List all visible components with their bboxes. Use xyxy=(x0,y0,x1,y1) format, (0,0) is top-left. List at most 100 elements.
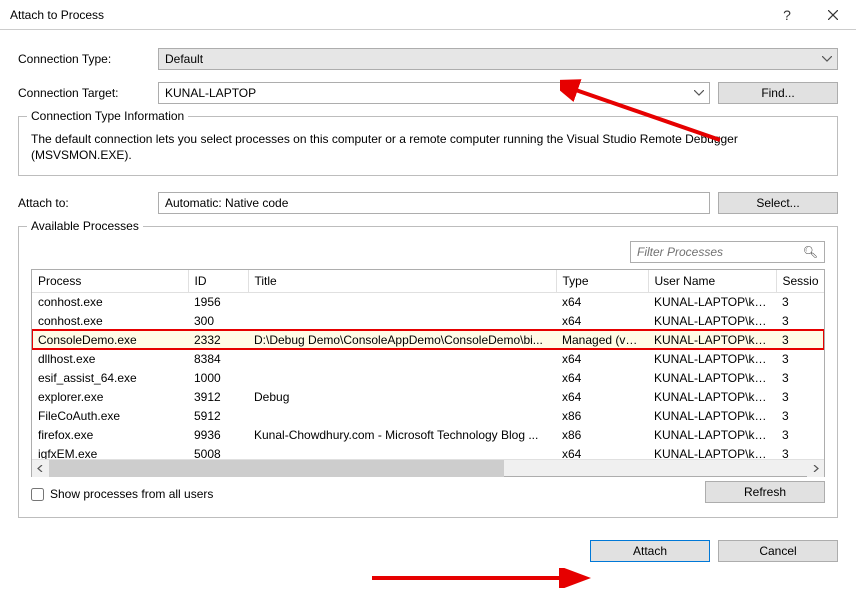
cell-session: 3 xyxy=(776,387,824,406)
cell-session: 3 xyxy=(776,444,824,459)
cell-id: 8384 xyxy=(188,349,248,368)
show-all-users-checkbox[interactable] xyxy=(31,488,44,501)
connection-type-info-title: Connection Type Information xyxy=(27,109,188,123)
table-row[interactable]: firefox.exe9936Kunal-Chowdhury.com - Mic… xyxy=(32,425,824,444)
cell-type: x64 xyxy=(556,349,648,368)
cell-session: 3 xyxy=(776,330,824,349)
search-icon: 🔍︎ xyxy=(803,245,818,259)
cell-title xyxy=(248,406,556,425)
cell-process: explorer.exe xyxy=(32,387,188,406)
col-process[interactable]: Process xyxy=(32,270,188,292)
cell-username: KUNAL-LAPTOP\kunal xyxy=(648,368,776,387)
cell-username: KUNAL-LAPTOP\kunal xyxy=(648,406,776,425)
cell-username: KUNAL-LAPTOP\kunal xyxy=(648,349,776,368)
table-header-row[interactable]: Process ID Title Type User Name Sessio xyxy=(32,270,824,292)
cell-process: FileCoAuth.exe xyxy=(32,406,188,425)
attach-to-value: Automatic: Native code xyxy=(165,196,288,210)
available-processes-group: Available Processes Filter Processes 🔍︎ … xyxy=(18,226,838,518)
select-button[interactable]: Select... xyxy=(718,192,838,214)
attach-to-display: Automatic: Native code xyxy=(158,192,710,214)
available-processes-title: Available Processes xyxy=(27,219,143,233)
attach-button[interactable]: Attach xyxy=(590,540,710,562)
cell-title xyxy=(248,444,556,459)
filter-processes-input[interactable]: Filter Processes 🔍︎ xyxy=(630,241,825,263)
close-button[interactable] xyxy=(810,0,856,30)
table-row[interactable]: ConsoleDemo.exe2332D:\Debug Demo\Console… xyxy=(32,330,824,349)
col-title[interactable]: Title xyxy=(248,270,556,292)
table-row[interactable]: igfxEM.exe5008 x64KUNAL-LAPTOP\kunal3 xyxy=(32,444,824,459)
help-button[interactable]: ? xyxy=(764,0,810,30)
chevron-down-icon xyxy=(821,53,833,65)
cell-type: x64 xyxy=(556,444,648,459)
connection-type-info-text: The default connection lets you select p… xyxy=(31,131,825,163)
table-row[interactable]: conhost.exe1956 x64KUNAL-LAPTOP\kunal3 xyxy=(32,292,824,311)
horizontal-scrollbar[interactable] xyxy=(32,459,824,476)
connection-target-combo[interactable]: KUNAL-LAPTOP xyxy=(158,82,710,104)
cell-id: 5008 xyxy=(188,444,248,459)
cell-id: 1956 xyxy=(188,292,248,311)
cell-title xyxy=(248,311,556,330)
find-button[interactable]: Find... xyxy=(718,82,838,104)
table-row[interactable]: dllhost.exe8384 x64KUNAL-LAPTOP\kunal3 xyxy=(32,349,824,368)
connection-type-value: Default xyxy=(165,52,203,66)
col-id[interactable]: ID xyxy=(188,270,248,292)
cell-id: 1000 xyxy=(188,368,248,387)
table-row[interactable]: FileCoAuth.exe5912 x86KUNAL-LAPTOP\kunal3 xyxy=(32,406,824,425)
filter-placeholder: Filter Processes xyxy=(637,245,723,259)
cell-username: KUNAL-LAPTOP\kunal xyxy=(648,292,776,311)
cancel-button[interactable]: Cancel xyxy=(718,540,838,562)
cell-session: 3 xyxy=(776,349,824,368)
table-row[interactable]: esif_assist_64.exe1000 x64KUNAL-LAPTOP\ku… xyxy=(32,368,824,387)
table-row[interactable]: explorer.exe3912Debugx64KUNAL-LAPTOP\kun… xyxy=(32,387,824,406)
cell-username: KUNAL-LAPTOP\kunal xyxy=(648,311,776,330)
cell-session: 3 xyxy=(776,292,824,311)
cell-username: KUNAL-LAPTOP\kunal xyxy=(648,444,776,459)
refresh-button[interactable]: Refresh xyxy=(705,481,825,503)
col-username[interactable]: User Name xyxy=(648,270,776,292)
cell-title xyxy=(248,349,556,368)
cell-type: x64 xyxy=(556,292,648,311)
cell-process: ConsoleDemo.exe xyxy=(32,330,188,349)
scroll-right-icon[interactable] xyxy=(807,460,824,477)
cell-process: firefox.exe xyxy=(32,425,188,444)
cell-username: KUNAL-LAPTOP\kunal xyxy=(648,387,776,406)
cell-session: 3 xyxy=(776,406,824,425)
connection-type-label: Connection Type: xyxy=(18,52,158,66)
cell-title xyxy=(248,368,556,387)
cell-type: x64 xyxy=(556,368,648,387)
window-title: Attach to Process xyxy=(10,8,764,22)
cell-id: 2332 xyxy=(188,330,248,349)
connection-type-combo[interactable]: Default xyxy=(158,48,838,70)
col-type[interactable]: Type xyxy=(556,270,648,292)
cell-username: KUNAL-LAPTOP\kunal xyxy=(648,330,776,349)
cell-type: x86 xyxy=(556,406,648,425)
cell-type: x64 xyxy=(556,311,648,330)
cell-process: esif_assist_64.exe xyxy=(32,368,188,387)
cell-type: x64 xyxy=(556,387,648,406)
cell-id: 300 xyxy=(188,311,248,330)
cell-process: conhost.exe xyxy=(32,292,188,311)
cell-id: 5912 xyxy=(188,406,248,425)
show-all-users-label: Show processes from all users xyxy=(50,487,213,501)
cell-type: x86 xyxy=(556,425,648,444)
process-list[interactable]: ▲ Process ID Title Type User Name Sessio xyxy=(31,269,825,477)
cell-session: 3 xyxy=(776,368,824,387)
cell-title: Kunal-Chowdhury.com - Microsoft Technolo… xyxy=(248,425,556,444)
cell-type: Managed (v4.... xyxy=(556,330,648,349)
cell-title xyxy=(248,292,556,311)
attach-to-label: Attach to: xyxy=(18,196,158,210)
connection-type-info-group: Connection Type Information The default … xyxy=(18,116,838,176)
cell-id: 9936 xyxy=(188,425,248,444)
cell-process: igfxEM.exe xyxy=(32,444,188,459)
chevron-down-icon xyxy=(693,87,705,99)
table-row[interactable]: conhost.exe300x64KUNAL-LAPTOP\kunal3 xyxy=(32,311,824,330)
cell-id: 3912 xyxy=(188,387,248,406)
cell-process: dllhost.exe xyxy=(32,349,188,368)
title-bar: Attach to Process ? xyxy=(0,0,856,30)
scrollbar-thumb[interactable] xyxy=(49,460,504,477)
cell-title: Debug xyxy=(248,387,556,406)
connection-target-value: KUNAL-LAPTOP xyxy=(165,86,256,100)
scroll-left-icon[interactable] xyxy=(32,460,49,477)
cell-session: 3 xyxy=(776,311,824,330)
col-session[interactable]: Sessio xyxy=(776,270,824,292)
